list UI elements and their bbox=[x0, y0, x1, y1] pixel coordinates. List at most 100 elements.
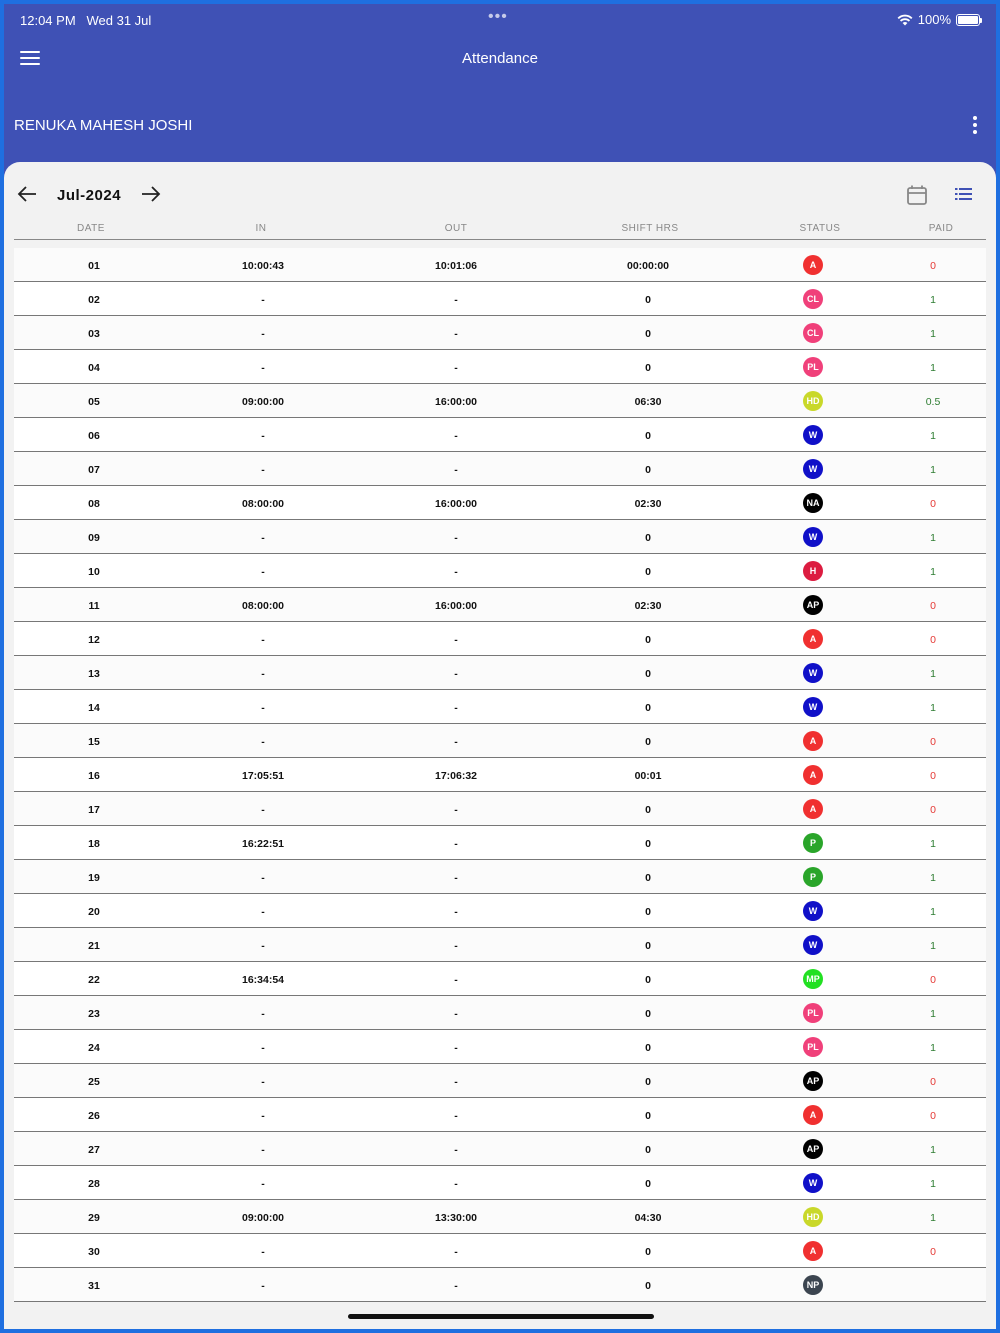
table-row[interactable]: 01 10:00:43 10:01:06 00:00:00 A 0 bbox=[14, 248, 986, 282]
in-time-cell: 08:00:00 bbox=[241, 498, 285, 510]
out-time-cell: - bbox=[454, 1008, 458, 1020]
paid-cell: 0 bbox=[930, 1246, 936, 1258]
status-badge: W bbox=[803, 697, 823, 717]
table-row[interactable]: 13 - - 0 W 1 bbox=[14, 656, 986, 690]
multitasking-dots[interactable]: ••• bbox=[488, 8, 508, 26]
status-badge: A bbox=[803, 1241, 823, 1261]
out-time-cell: - bbox=[454, 1110, 458, 1122]
battery-percent: 100% bbox=[917, 12, 951, 27]
in-time-cell: 09:00:00 bbox=[241, 1212, 285, 1224]
more-vertical-icon[interactable] bbox=[972, 116, 978, 134]
out-time-cell: - bbox=[454, 362, 458, 374]
table-row[interactable]: 21 - - 0 W 1 bbox=[14, 928, 986, 962]
paid-cell: 1 bbox=[930, 532, 936, 544]
table-row[interactable]: 08 08:00:00 16:00:00 02:30 NA 0 bbox=[14, 486, 986, 520]
paid-cell: 1 bbox=[930, 668, 936, 680]
paid-cell: 0 bbox=[930, 600, 936, 612]
table-row[interactable]: 27 - - 0 AP 1 bbox=[14, 1132, 986, 1166]
table-row[interactable]: 09 - - 0 W 1 bbox=[14, 520, 986, 554]
table-row[interactable]: 14 - - 0 W 1 bbox=[14, 690, 986, 724]
status-badge: AP bbox=[803, 1071, 823, 1091]
arrow-left-icon[interactable] bbox=[16, 184, 38, 204]
date-cell: 10 bbox=[88, 566, 100, 578]
date-cell: 21 bbox=[88, 940, 100, 952]
table-row[interactable]: 28 - - 0 W 1 bbox=[14, 1166, 986, 1200]
out-time-cell: - bbox=[454, 1178, 458, 1190]
shift-hrs-cell: 0 bbox=[645, 1144, 651, 1156]
status-badge: P bbox=[803, 833, 823, 853]
date-cell: 08 bbox=[88, 498, 100, 510]
date-cell: 25 bbox=[88, 1076, 100, 1088]
status-badge: NP bbox=[803, 1275, 823, 1295]
shift-hrs-cell: 02:30 bbox=[634, 498, 662, 510]
date-cell: 05 bbox=[88, 396, 100, 408]
out-time-cell: - bbox=[454, 974, 458, 986]
shift-hrs-cell: 0 bbox=[645, 430, 651, 442]
date-cell: 30 bbox=[88, 1246, 100, 1258]
paid-cell: 1 bbox=[930, 294, 936, 306]
shift-hrs-cell: 0 bbox=[645, 668, 651, 680]
paid-cell: 1 bbox=[930, 362, 936, 374]
calendar-icon[interactable] bbox=[906, 184, 928, 211]
date-cell: 15 bbox=[88, 736, 100, 748]
status-badge: W bbox=[803, 459, 823, 479]
in-time-cell: - bbox=[261, 1110, 265, 1122]
table-row[interactable]: 31 - - 0 NP bbox=[14, 1268, 986, 1302]
shift-hrs-cell: 0 bbox=[645, 1008, 651, 1020]
table-row[interactable]: 02 - - 0 CL 1 bbox=[14, 282, 986, 316]
page-title: Attendance bbox=[462, 50, 538, 67]
in-time-cell: - bbox=[261, 328, 265, 340]
table-row[interactable]: 12 - - 0 A 0 bbox=[14, 622, 986, 656]
in-time-cell: 10:00:43 bbox=[241, 260, 285, 272]
in-time-cell: - bbox=[261, 1280, 265, 1292]
table-row[interactable]: 22 16:34:54 - 0 MP 0 bbox=[14, 962, 986, 996]
table-row[interactable]: 04 - - 0 PL 1 bbox=[14, 350, 986, 384]
in-time-cell: - bbox=[261, 1178, 265, 1190]
table-row[interactable]: 19 - - 0 P 1 bbox=[14, 860, 986, 894]
table-row[interactable]: 10 - - 0 H 1 bbox=[14, 554, 986, 588]
status-badge: PL bbox=[803, 1003, 823, 1023]
table-row[interactable]: 06 - - 0 W 1 bbox=[14, 418, 986, 452]
shift-hrs-cell: 02:30 bbox=[634, 600, 662, 612]
date-cell: 09 bbox=[88, 532, 100, 544]
out-time-cell: - bbox=[454, 668, 458, 680]
table-row[interactable]: 30 - - 0 A 0 bbox=[14, 1234, 986, 1268]
shift-hrs-cell: 00:01 bbox=[634, 770, 662, 782]
table-row[interactable]: 20 - - 0 W 1 bbox=[14, 894, 986, 928]
shift-hrs-cell: 0 bbox=[645, 872, 651, 884]
table-row[interactable]: 26 - - 0 A 0 bbox=[14, 1098, 986, 1132]
in-time-cell: - bbox=[261, 1144, 265, 1156]
list-view-icon[interactable] bbox=[954, 186, 974, 207]
shift-hrs-cell: 0 bbox=[645, 1280, 651, 1292]
date-cell: 01 bbox=[88, 260, 100, 272]
arrow-right-icon[interactable] bbox=[140, 184, 162, 204]
status-badge: A bbox=[803, 731, 823, 751]
table-row[interactable]: 16 17:05:51 17:06:32 00:01 A 0 bbox=[14, 758, 986, 792]
table-row[interactable]: 25 - - 0 AP 0 bbox=[14, 1064, 986, 1098]
date-cell: 02 bbox=[88, 294, 100, 306]
in-time-cell: - bbox=[261, 872, 265, 884]
app-bar: Attendance bbox=[4, 34, 996, 86]
out-time-cell: 16:00:00 bbox=[434, 396, 478, 408]
shift-hrs-cell: 0 bbox=[645, 1178, 651, 1190]
status-badge: A bbox=[803, 1105, 823, 1125]
status-indicators: 100% bbox=[897, 12, 982, 27]
table-row[interactable]: 24 - - 0 PL 1 bbox=[14, 1030, 986, 1064]
table-row[interactable]: 07 - - 0 W 1 bbox=[14, 452, 986, 486]
table-row[interactable]: 18 16:22:51 - 0 P 1 bbox=[14, 826, 986, 860]
table-row[interactable]: 17 - - 0 A 0 bbox=[14, 792, 986, 826]
table-row[interactable]: 23 - - 0 PL 1 bbox=[14, 996, 986, 1030]
date-cell: 23 bbox=[88, 1008, 100, 1020]
employee-bar: RENUKA MAHESH JOSHI bbox=[4, 104, 996, 148]
home-indicator[interactable] bbox=[348, 1314, 654, 1319]
table-row[interactable]: 11 08:00:00 16:00:00 02:30 AP 0 bbox=[14, 588, 986, 622]
table-row[interactable]: 05 09:00:00 16:00:00 06:30 HD 0.5 bbox=[14, 384, 986, 418]
table-row[interactable]: 29 09:00:00 13:30:00 04:30 HD 1 bbox=[14, 1200, 986, 1234]
paid-cell: 1 bbox=[930, 872, 936, 884]
table-row[interactable]: 15 - - 0 A 0 bbox=[14, 724, 986, 758]
paid-cell: 1 bbox=[930, 566, 936, 578]
date-cell: 03 bbox=[88, 328, 100, 340]
table-row[interactable]: 03 - - 0 CL 1 bbox=[14, 316, 986, 350]
battery-icon bbox=[956, 13, 982, 26]
in-time-cell: - bbox=[261, 702, 265, 714]
